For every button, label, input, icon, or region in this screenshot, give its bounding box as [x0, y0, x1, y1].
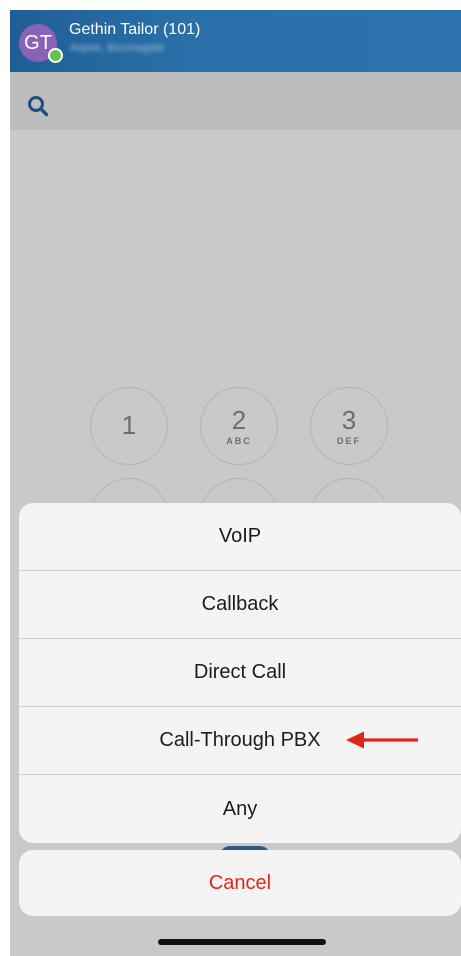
option-voip[interactable]: VoIP — [19, 503, 461, 571]
dialpad-key-2[interactable]: 2 ABC — [200, 387, 278, 465]
search-icon[interactable] — [27, 95, 49, 117]
option-any[interactable]: Any — [19, 775, 461, 843]
option-direct-call[interactable]: Direct Call — [19, 639, 461, 707]
home-indicator — [158, 939, 326, 945]
search-bar[interactable] — [10, 72, 461, 130]
dialpad-key-3[interactable]: 3 DEF — [310, 387, 388, 465]
key-digit: 1 — [121, 410, 137, 440]
avatar-initials: GT — [24, 31, 52, 54]
option-callback[interactable]: Callback — [19, 571, 461, 639]
call-method-action-sheet: VoIP Callback Direct Call Call-Through P… — [19, 503, 461, 843]
key-digit: 2 — [231, 405, 247, 435]
annotation-arrow-icon — [346, 731, 418, 749]
key-letters: DEF — [337, 436, 361, 446]
user-name: Gethin Tailor (101) — [69, 21, 201, 38]
key-digit: 3 — [341, 405, 357, 435]
user-status: Aspire, Bournegate — [70, 42, 165, 54]
cancel-button[interactable]: Cancel — [19, 850, 461, 916]
phone-screen: GT Gethin Tailor (101) Aspire, Bournegat… — [10, 10, 461, 956]
dialpad-key-1[interactable]: 1 — [90, 387, 168, 465]
presence-indicator — [48, 48, 63, 63]
app-header: GT Gethin Tailor (101) Aspire, Bournegat… — [10, 10, 461, 72]
key-letters: ABC — [226, 436, 252, 446]
